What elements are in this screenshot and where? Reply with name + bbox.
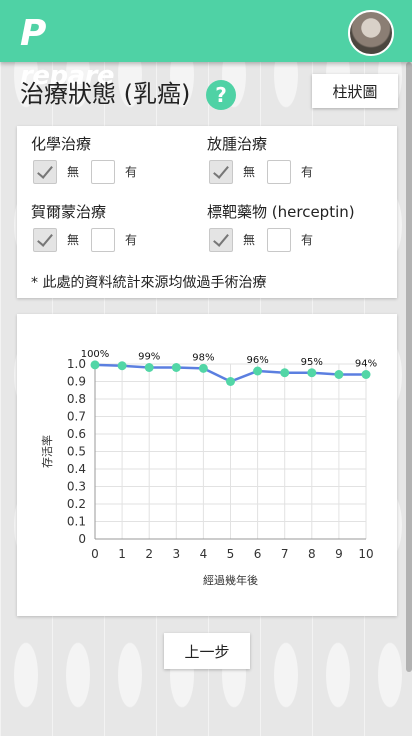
filter-label: 標靶藥物 (herceptin) [207, 203, 355, 221]
data-label: 98% [192, 352, 214, 363]
page-title: 治療狀態 (乳癌) [20, 80, 191, 108]
data-point [144, 363, 154, 372]
checkbox-no[interactable] [209, 160, 233, 184]
filter-label: 放腫治療 [207, 135, 268, 153]
checkbox-no[interactable] [209, 228, 233, 252]
check-icon [37, 230, 53, 247]
data-point [90, 360, 100, 370]
prepare-logo[interactable]: Prepare [20, 10, 130, 91]
data-label: 95% [301, 357, 323, 368]
option-label-yes: 有 [301, 165, 314, 179]
filter-hormone-therapy: 賀爾蒙治療 無 有 [31, 202, 201, 262]
checkbox-yes[interactable] [267, 228, 291, 252]
survival-line-chart: 00.10.20.30.40.50.60.70.80.91.00 1 2 3 4 5 6 7 8… [40, 349, 377, 587]
data-label: 100% [81, 349, 110, 360]
checkbox-yes[interactable] [91, 228, 115, 252]
user-avatar[interactable] [348, 10, 394, 56]
title-row: 治療狀態 (乳癌) ? 柱狀圖 [20, 74, 398, 114]
filter-targeted-therapy: 標靶藥物 (herceptin) 無 有 [207, 202, 377, 262]
x-tick-label: 6 [254, 547, 262, 561]
filter-label: 化學治療 [31, 135, 92, 153]
data-source-note: * 此處的資料統計來源均做過手術治療 [31, 275, 267, 291]
data-label: 99% [138, 352, 160, 363]
x-tick-label: 0 [91, 547, 99, 561]
y-tick-label: 0.6 [67, 427, 86, 441]
data-label: 94% [355, 359, 377, 370]
data-point [334, 370, 344, 379]
x-axis-label: 經過幾年後 [203, 573, 258, 587]
checkbox-yes[interactable] [91, 160, 115, 184]
data-point [117, 361, 127, 371]
data-point [307, 368, 317, 378]
previous-step-button[interactable]: 上一步 [164, 633, 250, 669]
y-tick-label: 0.1 [67, 515, 86, 529]
data-label: 96% [246, 355, 268, 366]
x-tick-label: 10 [358, 547, 373, 561]
y-tick-label: 0.2 [67, 497, 86, 511]
checkbox-yes[interactable] [267, 160, 291, 184]
checkbox-no[interactable] [33, 160, 57, 184]
y-tick-label: 0 [78, 532, 86, 546]
checkbox-no[interactable] [33, 228, 57, 252]
y-tick-label: 0.8 [67, 392, 86, 406]
x-tick-label: 3 [172, 547, 180, 561]
data-point [198, 363, 208, 373]
filter-card: 化學治療 無 有 放腫治療 無 有 賀爾蒙治療 無 有 標靶藥物 (hercep… [17, 126, 397, 298]
data-point [361, 370, 371, 379]
option-label-yes: 有 [301, 233, 314, 247]
x-tick-label: 8 [308, 547, 316, 561]
option-label-no: 無 [243, 233, 256, 247]
filter-chemotherapy: 化學治療 無 有 [31, 134, 201, 194]
y-tick-label: 0.7 [67, 410, 86, 424]
scrollbar[interactable] [406, 62, 412, 672]
option-label-no: 無 [67, 233, 80, 247]
option-label-yes: 有 [125, 165, 138, 179]
survival-chart-card: 0 0.1 0.2 0.3 0.4 0.5 0.6 0.7 0.8 0.9 1.0 0 1 2 3 4 5 6 7 8… [17, 314, 397, 616]
x-tick-label: 5 [227, 547, 235, 561]
help-icon[interactable]: ? [206, 80, 236, 110]
check-icon [213, 230, 229, 247]
y-tick-label: 0.3 [67, 480, 86, 494]
x-tick-label: 2 [145, 547, 153, 561]
check-icon [37, 162, 53, 179]
data-point [280, 368, 290, 378]
y-axis-label: 存活率 [40, 435, 54, 468]
filter-radiotherapy: 放腫治療 無 有 [207, 134, 377, 194]
data-point [171, 363, 181, 372]
option-label-yes: 有 [125, 233, 138, 247]
y-tick-label: 0.9 [67, 375, 86, 389]
data-point [253, 366, 263, 376]
check-icon [213, 162, 229, 179]
x-tick-label: 7 [281, 547, 289, 561]
top-bar: Prepare [0, 0, 412, 91]
y-tick-label: 0.5 [67, 445, 86, 459]
filter-label: 賀爾蒙治療 [31, 203, 107, 221]
x-tick-label: 1 [118, 547, 126, 561]
option-label-no: 無 [243, 165, 256, 179]
x-tick-label: 4 [200, 547, 208, 561]
option-label-no: 無 [67, 165, 80, 179]
bar-chart-button[interactable]: 柱狀圖 [312, 74, 398, 108]
x-tick-label: 9 [335, 547, 343, 561]
data-point [226, 377, 235, 386]
y-tick-label: 0.4 [67, 462, 86, 476]
